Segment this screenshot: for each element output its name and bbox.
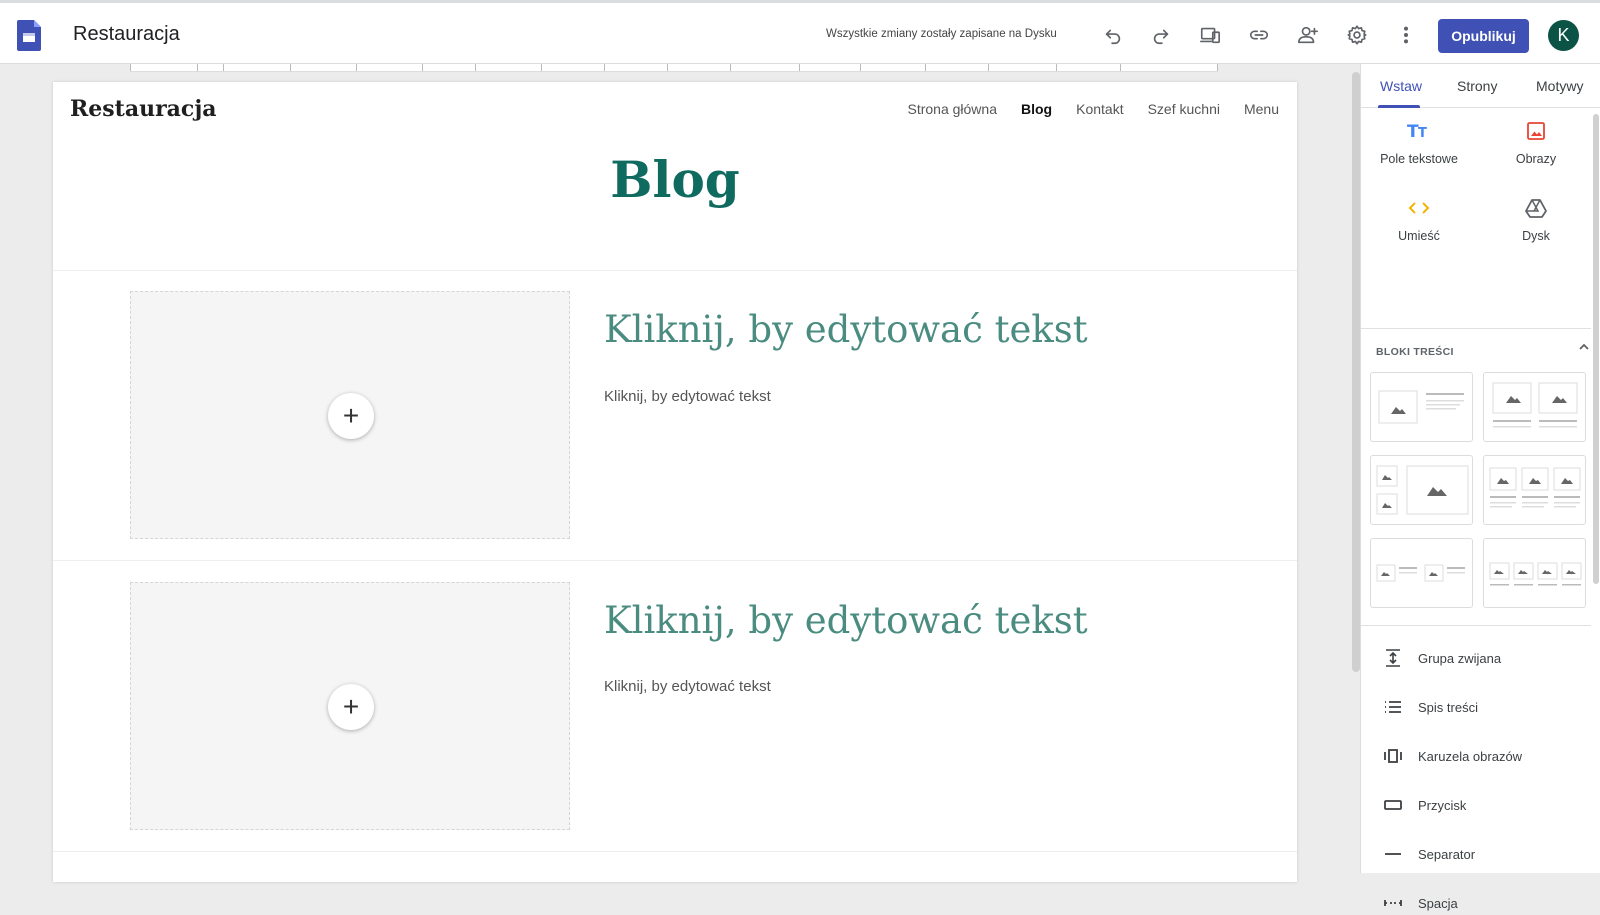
insert-divider[interactable]: Separator — [1383, 842, 1475, 866]
collapsible-group-icon — [1386, 649, 1400, 667]
google-sites-logo-icon[interactable] — [17, 20, 41, 51]
insert-embed-label: Umieść — [1398, 229, 1440, 243]
active-tab-indicator — [1378, 105, 1420, 108]
add-image-button[interactable]: + — [328, 393, 374, 439]
insert-image-carousel[interactable]: Karuzela obrazów — [1383, 744, 1522, 768]
insert-spacer[interactable]: Spacja — [1383, 891, 1458, 915]
post-body[interactable]: Kliknij, by edytować tekst — [604, 388, 771, 405]
nav-item-menu[interactable]: Menu — [1244, 101, 1279, 117]
tab-pages[interactable]: Strony — [1457, 78, 1497, 94]
content-block-image-text-pairs[interactable] — [1370, 538, 1473, 608]
save-status: Wszystkie zmiany zostały zapisane na Dys… — [826, 28, 1057, 40]
nav-item-home[interactable]: Strona główna — [907, 101, 997, 117]
document-title[interactable]: Restauracja — [73, 23, 180, 46]
image-placeholder[interactable]: + — [130, 582, 570, 830]
insert-text-box[interactable]: TT Pole tekstowe — [1364, 118, 1474, 166]
panel-divider — [1361, 328, 1591, 329]
share-icon[interactable] — [1296, 23, 1320, 47]
text-box-icon: TT — [1364, 118, 1474, 144]
insert-images-label: Obrazy — [1515, 152, 1557, 166]
image-icon — [1481, 118, 1591, 144]
page-heading[interactable]: Blog — [53, 150, 1297, 209]
section-divider — [53, 560, 1297, 561]
preview-devices-icon[interactable] — [1198, 23, 1222, 47]
content-block-four-columns[interactable] — [1483, 538, 1586, 608]
canvas-scrollbar[interactable] — [1352, 72, 1360, 672]
section-divider — [53, 851, 1297, 852]
embed-code-icon — [1364, 195, 1474, 221]
insert-images[interactable]: Obrazy — [1481, 118, 1591, 166]
site-name[interactable]: Restauracja — [70, 96, 217, 122]
image-placeholder[interactable]: + — [130, 291, 570, 539]
top-bar: Restauracja Wszystkie zmiany zostały zap… — [0, 0, 1600, 64]
spacer-label: Spacja — [1418, 895, 1458, 911]
divider-label: Separator — [1418, 846, 1476, 862]
more-vert-icon[interactable] — [1394, 23, 1418, 47]
tab-insert[interactable]: Wstaw — [1380, 78, 1422, 94]
publish-button[interactable]: Opublikuj — [1438, 19, 1529, 53]
insert-drive-label: Dysk — [1522, 229, 1550, 243]
content-block-image-text[interactable] — [1370, 372, 1473, 442]
insert-embed[interactable]: Umieść — [1364, 195, 1474, 243]
button-icon — [1384, 800, 1402, 810]
undo-icon[interactable] — [1101, 23, 1125, 47]
table-of-contents-icon — [1385, 701, 1401, 713]
insert-drive[interactable]: Dysk — [1481, 195, 1591, 243]
ruler — [130, 64, 1218, 72]
panel-scrollbar[interactable] — [1593, 114, 1599, 584]
insert-table-of-contents[interactable]: Spis treści — [1383, 695, 1478, 719]
chevron-up-icon[interactable] — [1577, 340, 1591, 359]
divider-icon — [1385, 853, 1401, 855]
insert-button[interactable]: Przycisk — [1383, 793, 1466, 817]
section-divider — [53, 270, 1297, 271]
tab-themes[interactable]: Motywy — [1536, 78, 1583, 94]
content-block-two-images[interactable] — [1483, 372, 1586, 442]
add-image-button[interactable]: + — [328, 684, 374, 730]
avatar[interactable]: K — [1548, 20, 1579, 51]
panel-tabs: Wstaw Strony Motywy — [1361, 64, 1600, 108]
collapsible-group-label: Grupa zwijana — [1418, 650, 1502, 666]
site-canvas[interactable]: Restauracja Strona główna Blog Kontakt S… — [53, 82, 1297, 882]
content-block-three-columns[interactable] — [1483, 455, 1586, 525]
post-title[interactable]: Kliknij, by edytować tekst — [604, 308, 1088, 351]
content-block-image-grid[interactable] — [1370, 455, 1473, 525]
nav-item-blog[interactable]: Blog — [1021, 101, 1052, 117]
content-blocks-label: BLOKI TREŚCI — [1376, 346, 1454, 358]
image-carousel-label: Karuzela obrazów — [1418, 748, 1523, 764]
insert-collapsible-group[interactable]: Grupa zwijana — [1383, 646, 1501, 670]
drive-icon — [1481, 195, 1591, 221]
image-carousel-icon — [1384, 749, 1402, 763]
nav-item-contact[interactable]: Kontakt — [1076, 101, 1123, 117]
panel-divider — [1361, 625, 1591, 626]
site-navigation: Strona główna Blog Kontakt Szef kuchni M… — [907, 101, 1279, 117]
svg-text:T: T — [1418, 126, 1427, 141]
settings-icon[interactable] — [1345, 23, 1369, 47]
insert-text-box-label: Pole tekstowe — [1380, 152, 1458, 166]
post-body[interactable]: Kliknij, by edytować tekst — [604, 678, 771, 695]
nav-item-chef[interactable]: Szef kuchni — [1148, 101, 1220, 117]
link-icon[interactable] — [1247, 23, 1271, 47]
table-of-contents-label: Spis treści — [1418, 699, 1478, 715]
post-title[interactable]: Kliknij, by edytować tekst — [604, 599, 1088, 642]
redo-icon[interactable] — [1149, 23, 1173, 47]
insert-panel: Wstaw Strony Motywy TT Pole tekstowe Obr… — [1360, 64, 1600, 911]
button-label: Przycisk — [1418, 797, 1467, 813]
spacer-icon — [1384, 900, 1402, 906]
